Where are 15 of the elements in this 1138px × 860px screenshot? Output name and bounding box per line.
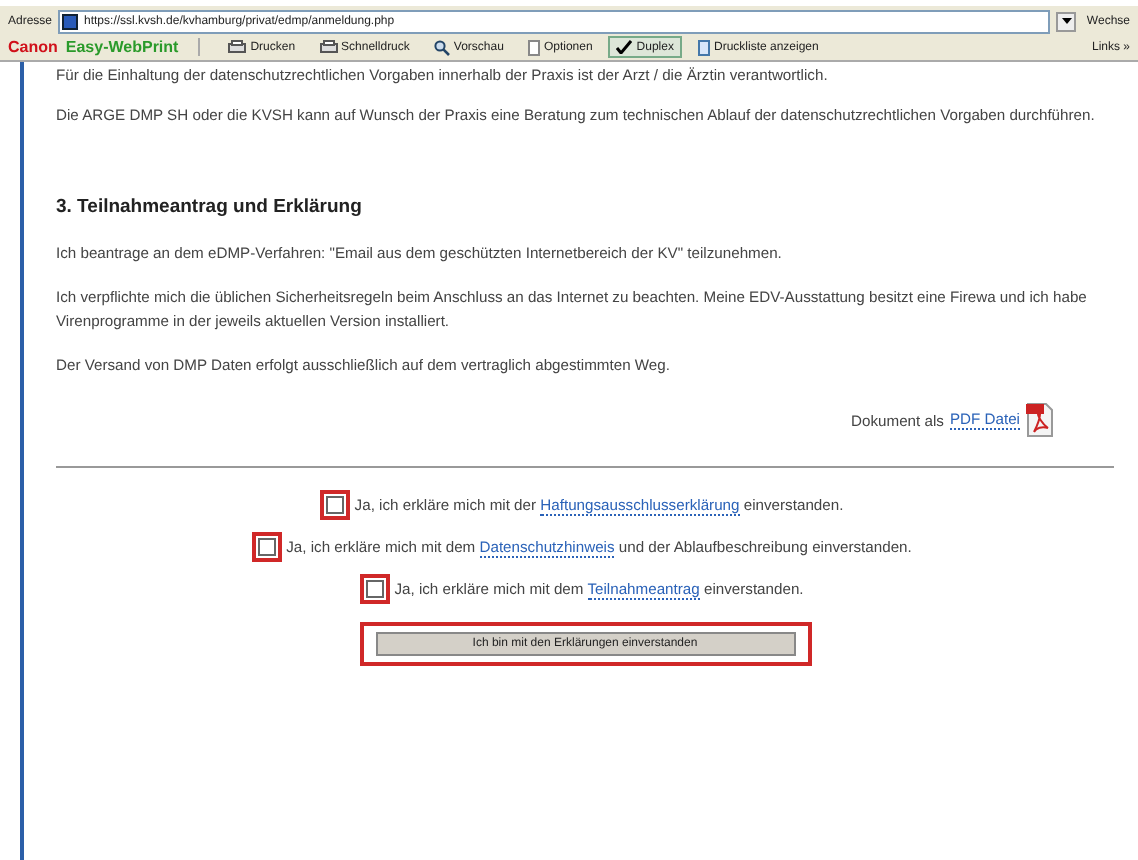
pdf-file-icon bbox=[1026, 402, 1054, 438]
caret-icon bbox=[1061, 18, 1072, 26]
list-icon bbox=[697, 39, 710, 55]
printer-icon bbox=[228, 40, 247, 54]
page-icon bbox=[62, 14, 79, 30]
magnifier-icon bbox=[433, 39, 450, 55]
checkbox[interactable] bbox=[366, 580, 385, 598]
checkbox[interactable] bbox=[258, 538, 277, 556]
checkbox[interactable] bbox=[326, 496, 345, 514]
brand-logo: Canon bbox=[8, 38, 58, 56]
check-icon bbox=[616, 40, 633, 54]
section-heading: 3. Teilnahmeantrag und Erklärung bbox=[56, 196, 364, 218]
printer-icon bbox=[319, 40, 338, 54]
dropdown-button[interactable] bbox=[1056, 12, 1077, 32]
page-icon bbox=[527, 39, 540, 55]
